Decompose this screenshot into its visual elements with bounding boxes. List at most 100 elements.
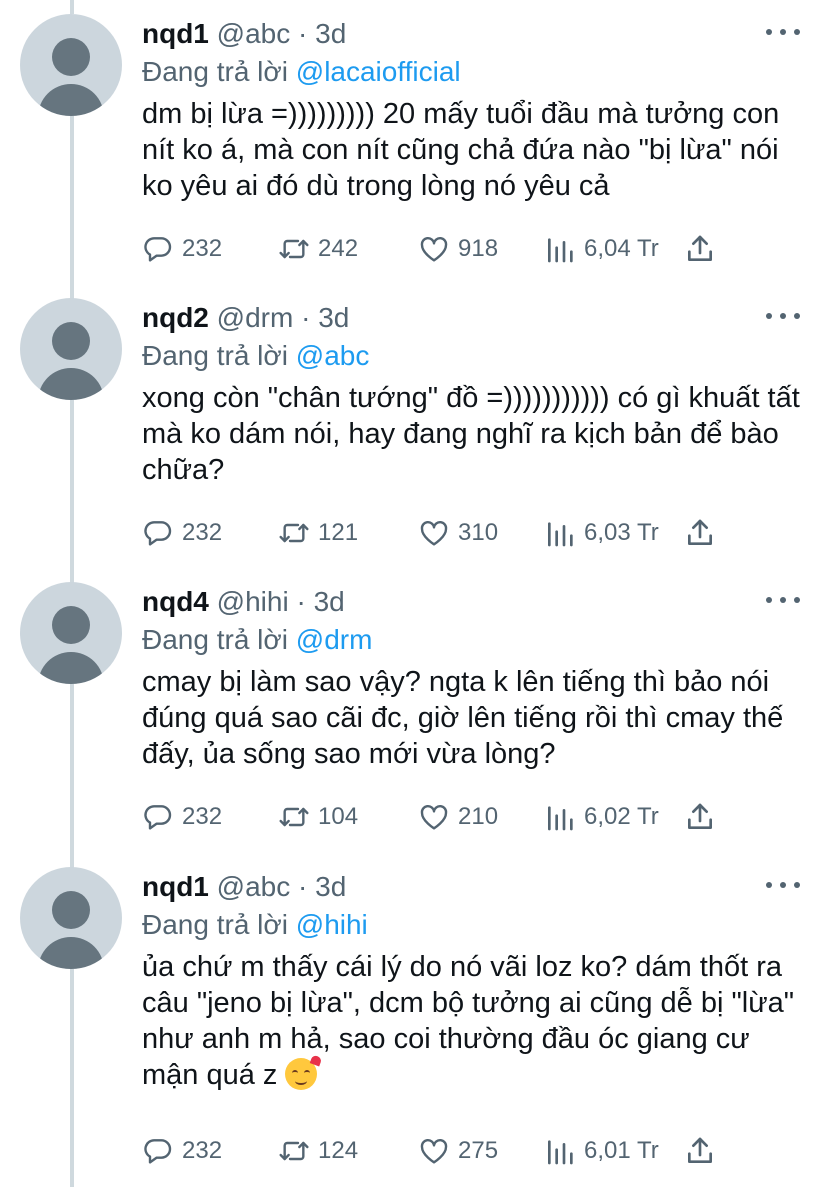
retweet-count: 104 bbox=[318, 803, 359, 830]
share-button[interactable] bbox=[684, 517, 716, 549]
views-button[interactable]: 6,04 Tr bbox=[544, 233, 684, 265]
reply-button[interactable]: 232 bbox=[142, 801, 278, 833]
reply-button[interactable]: 232 bbox=[142, 517, 278, 549]
more-options-icon[interactable] bbox=[766, 588, 800, 612]
views-button[interactable]: 6,03 Tr bbox=[544, 517, 684, 549]
views-button[interactable]: 6,02 Tr bbox=[544, 801, 684, 833]
like-count: 210 bbox=[458, 803, 499, 830]
tweet-text: cmay bị làm sao vậy? ngta k lên tiếng th… bbox=[142, 666, 784, 770]
handle[interactable]: @abc bbox=[217, 18, 291, 49]
view-count: 6,03 Tr bbox=[584, 519, 659, 546]
tweet-text: dm bị lừa =))))))))) 20 mấy tuổi đầu mà … bbox=[142, 98, 780, 202]
tweet-text-content: ủa chứ m thấy cái lý do nó vãi loz ko? d… bbox=[142, 951, 795, 1091]
heart-icon bbox=[420, 805, 448, 830]
tweet-header: nqd1 @abc · 3d bbox=[142, 867, 346, 907]
heart-icon bbox=[420, 237, 448, 262]
retweet-button[interactable]: 121 bbox=[278, 517, 418, 549]
separator-dot: · bbox=[296, 586, 306, 617]
reply-count: 232 bbox=[182, 519, 223, 546]
retweet-icon bbox=[279, 239, 309, 259]
timestamp[interactable]: 3d bbox=[315, 18, 346, 49]
reply-count: 232 bbox=[182, 235, 223, 262]
reply-icon bbox=[144, 805, 172, 830]
view-count: 6,04 Tr bbox=[584, 235, 659, 262]
avatar[interactable] bbox=[20, 867, 122, 969]
tweet[interactable]: nqd1 @abc · 3d Đang trả lời @lacaioffici… bbox=[0, 0, 828, 284]
like-count: 275 bbox=[458, 1137, 499, 1164]
views-chart-icon bbox=[548, 522, 573, 547]
replying-to: Đang trả lời @lacaiofficial bbox=[142, 52, 461, 92]
views-button[interactable]: 6,01 Tr bbox=[544, 1135, 684, 1167]
handle[interactable]: @abc bbox=[217, 871, 291, 902]
mention-link[interactable]: @lacaiofficial bbox=[296, 56, 461, 87]
like-count: 310 bbox=[458, 519, 499, 546]
separator-dot: · bbox=[298, 18, 308, 49]
timestamp[interactable]: 3d bbox=[318, 302, 349, 333]
views-chart-icon bbox=[548, 806, 573, 831]
retweet-button[interactable]: 124 bbox=[278, 1135, 418, 1167]
timestamp[interactable]: 3d bbox=[315, 871, 346, 902]
share-icon bbox=[688, 519, 712, 545]
retweet-count: 121 bbox=[318, 519, 359, 546]
retweet-count: 242 bbox=[318, 235, 359, 262]
mention-link[interactable]: @drm bbox=[296, 624, 373, 655]
share-icon bbox=[688, 803, 712, 829]
separator-dot: · bbox=[301, 302, 311, 333]
retweet-count: 124 bbox=[318, 1137, 359, 1164]
heart-icon bbox=[420, 521, 448, 546]
share-button[interactable] bbox=[684, 1135, 716, 1167]
reply-count: 232 bbox=[182, 803, 223, 830]
smiling-face-with-hearts-icon bbox=[285, 1054, 323, 1090]
handle[interactable]: @hihi bbox=[217, 586, 289, 617]
avatar[interactable] bbox=[20, 298, 122, 400]
tweet[interactable]: nqd2 @drm · 3d Đang trả lời @abc xong cò… bbox=[0, 284, 828, 568]
display-name[interactable]: nqd2 bbox=[142, 302, 209, 333]
avatar[interactable] bbox=[20, 14, 122, 116]
mention-link[interactable]: @abc bbox=[296, 340, 370, 371]
reply-icon bbox=[144, 521, 172, 546]
reply-count: 232 bbox=[182, 1137, 223, 1164]
view-count: 6,01 Tr bbox=[584, 1137, 659, 1164]
handle[interactable]: @drm bbox=[217, 302, 294, 333]
share-button[interactable] bbox=[684, 233, 716, 265]
retweet-button[interactable]: 104 bbox=[278, 801, 418, 833]
mention-link[interactable]: @hihi bbox=[296, 909, 368, 940]
views-chart-icon bbox=[548, 1140, 573, 1165]
tweet-actions: 232 242 918 6,04 Tr bbox=[142, 229, 716, 269]
replying-to-label: Đang trả lời bbox=[142, 56, 288, 87]
retweet-icon bbox=[279, 807, 309, 827]
share-button[interactable] bbox=[684, 801, 716, 833]
tweet-header: nqd2 @drm · 3d bbox=[142, 298, 349, 338]
like-button[interactable]: 210 bbox=[418, 801, 544, 833]
timestamp[interactable]: 3d bbox=[314, 586, 345, 617]
display-name[interactable]: nqd1 bbox=[142, 871, 209, 902]
view-count: 6,02 Tr bbox=[584, 803, 659, 830]
tweet-header: nqd1 @abc · 3d bbox=[142, 14, 346, 54]
tweet-header: nqd4 @hihi · 3d bbox=[142, 582, 345, 622]
more-options-icon[interactable] bbox=[766, 20, 800, 44]
tweet[interactable]: nqd1 @abc · 3d Đang trả lời @hihi ủa chứ… bbox=[0, 853, 828, 1187]
tweet-text: xong còn "chân tướng" đồ =))))))))))) có… bbox=[142, 382, 800, 486]
like-button[interactable]: 275 bbox=[418, 1135, 544, 1167]
retweet-button[interactable]: 242 bbox=[278, 233, 418, 265]
replying-to: Đang trả lời @hihi bbox=[142, 905, 368, 945]
reply-icon bbox=[144, 1139, 172, 1164]
tweet[interactable]: nqd4 @hihi · 3d Đang trả lời @drm cmay b… bbox=[0, 568, 828, 852]
like-button[interactable]: 310 bbox=[418, 517, 544, 549]
reply-icon bbox=[144, 237, 172, 262]
replying-to-label: Đang trả lời bbox=[142, 909, 288, 940]
like-count: 918 bbox=[458, 235, 499, 262]
display-name[interactable]: nqd1 bbox=[142, 18, 209, 49]
replying-to-label: Đang trả lời bbox=[142, 624, 288, 655]
more-options-icon[interactable] bbox=[766, 873, 800, 897]
reply-button[interactable]: 232 bbox=[142, 1135, 278, 1167]
avatar[interactable] bbox=[20, 582, 122, 684]
tweet-actions: 232 121 310 6,03 Tr bbox=[142, 513, 716, 553]
like-button[interactable]: 918 bbox=[418, 233, 544, 265]
reply-button[interactable]: 232 bbox=[142, 233, 278, 265]
replying-to: Đang trả lời @drm bbox=[142, 620, 372, 660]
replying-to: Đang trả lời @abc bbox=[142, 336, 369, 376]
display-name[interactable]: nqd4 bbox=[142, 586, 209, 617]
retweet-icon bbox=[279, 523, 309, 543]
more-options-icon[interactable] bbox=[766, 304, 800, 328]
